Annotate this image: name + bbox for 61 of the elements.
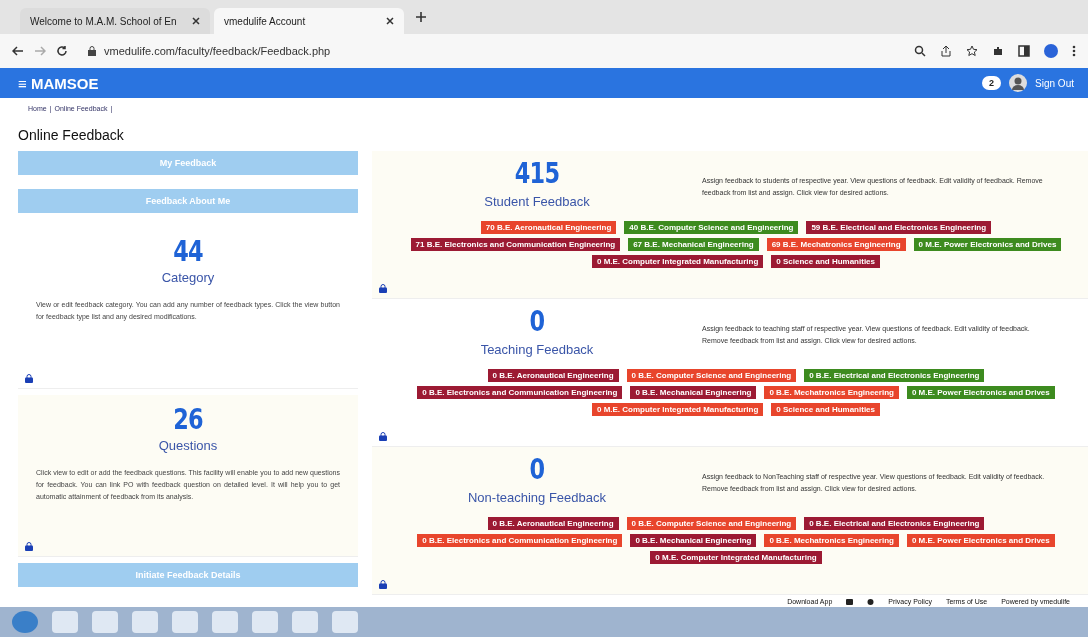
user-avatar[interactable] <box>1009 74 1028 92</box>
lock-icon <box>379 284 387 293</box>
department-tag[interactable]: 0 B.E. Mechatronics Engineering <box>764 534 899 547</box>
department-tag[interactable]: 0 M.E. Computer Integrated Manufacturing <box>591 255 764 268</box>
browser-tab[interactable]: vmedulife Account <box>214 8 404 34</box>
sign-out-link[interactable]: Sign Out <box>1035 77 1074 89</box>
department-tag[interactable]: 59 B.E. Electrical and Electronics Engineering <box>806 221 992 234</box>
reload-icon[interactable] <box>56 45 68 57</box>
section-title[interactable]: Teaching Feedback <box>392 342 682 357</box>
notification-badge[interactable]: 2 <box>982 76 1002 90</box>
department-tag[interactable]: 69 B.E. Mechatronics Engineering <box>766 238 906 251</box>
page-title: Online Feedback <box>18 127 125 143</box>
count-number: 26 <box>172 403 204 436</box>
close-icon[interactable] <box>386 17 394 25</box>
department-tag[interactable]: 0 B.E. Mechanical Engineering <box>630 386 757 399</box>
count-number: 0 <box>528 453 546 486</box>
department-tag[interactable]: 70 B.E. Aeronautical Engineering <box>480 221 617 234</box>
close-icon[interactable] <box>192 17 200 25</box>
department-tag[interactable]: 0 M.E. Computer Integrated Manufacturing <box>591 403 764 416</box>
department-tag[interactable]: 0 B.E. Mechanical Engineering <box>630 534 757 547</box>
browser-tab[interactable]: Welcome to M.A.M. School of En <box>20 8 210 34</box>
back-icon[interactable] <box>12 46 24 56</box>
department-tag[interactable]: 0 M.E. Power Electronics and Drives <box>906 534 1055 547</box>
department-tag[interactable]: 0 B.E. Mechatronics Engineering <box>764 386 899 399</box>
lock-icon <box>379 432 387 441</box>
sidebar-icon[interactable] <box>1018 45 1030 57</box>
section-title[interactable]: Non-teaching Feedback <box>392 490 682 505</box>
lock-icon <box>25 374 33 383</box>
department-tag[interactable]: 0 B.E. Electrical and Electronics Engineering <box>804 517 985 530</box>
lock-icon <box>88 46 96 56</box>
department-tag[interactable]: 0 Science and Humanities <box>771 255 880 268</box>
department-tag[interactable]: 0 B.E. Computer Science and Engineering <box>626 369 797 382</box>
department-tag[interactable]: 0 M.E. Power Electronics and Drives <box>906 386 1055 399</box>
department-tag[interactable]: 0 Science and Humanities <box>771 403 880 416</box>
department-tag[interactable]: 0 B.E. Electronics and Communication Engineering <box>417 386 623 399</box>
profile-avatar[interactable] <box>1044 44 1058 58</box>
new-tab-icon[interactable] <box>416 12 426 22</box>
department-tag[interactable]: 0 M.E. Power Electronics and Drives <box>913 238 1062 251</box>
lock-icon <box>379 580 387 589</box>
share-icon[interactable] <box>940 45 952 57</box>
brand-link[interactable]: ≡ MAMSOE <box>18 74 99 92</box>
department-tag[interactable]: 40 B.E. Computer Science and Engineering <box>624 221 799 234</box>
card-title[interactable]: Questions <box>36 438 340 453</box>
department-tag[interactable]: 67 B.E. Mechanical Engineering <box>628 238 759 251</box>
start-button[interactable] <box>12 611 38 633</box>
department-tag[interactable]: 0 B.E. Electrical and Electronics Engineering <box>804 369 985 382</box>
department-tag[interactable]: 0 M.E. Computer Integrated Manufacturing <box>650 551 822 564</box>
card-title[interactable]: Category <box>36 270 340 285</box>
department-tag[interactable]: 0 B.E. Computer Science and Engineering <box>626 517 797 530</box>
lock-icon <box>25 542 33 551</box>
count-number: 415 <box>513 157 561 190</box>
count-number: 0 <box>528 305 546 338</box>
department-tag[interactable]: 0 B.E. Aeronautical Engineering <box>487 517 619 530</box>
more-icon[interactable] <box>1072 45 1076 57</box>
search-icon[interactable] <box>914 45 926 57</box>
count-number: 44 <box>172 235 204 268</box>
department-tag[interactable]: 71 B.E. Electronics and Communication Engineering <box>410 238 621 251</box>
department-tag[interactable]: 0 B.E. Electronics and Communication Engineering <box>417 534 623 547</box>
section-title[interactable]: Student Feedback <box>392 194 682 209</box>
star-icon[interactable] <box>966 45 978 57</box>
department-tag[interactable]: 0 B.E. Aeronautical Engineering <box>487 369 619 382</box>
